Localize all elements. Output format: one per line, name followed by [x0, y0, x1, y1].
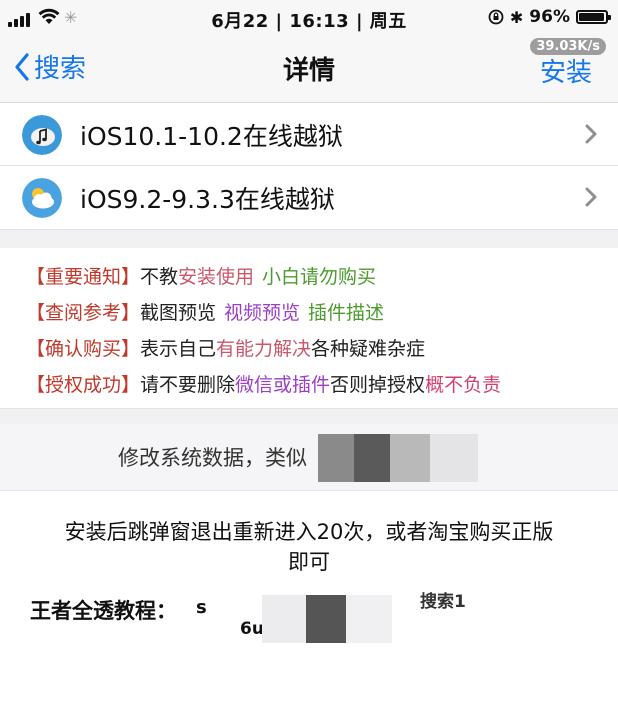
battery-fill [579, 13, 604, 21]
notice-line-3: 【确认购买】表示自己有能力解决各种疑难杂症 [26, 334, 425, 361]
list-item[interactable]: iOS10.1-10.2在线越狱 [0, 103, 618, 166]
notice-text: 有能力解决 [216, 338, 312, 360]
cloud-sun-icon [22, 178, 62, 218]
notice-text: 微信或插件 [235, 374, 331, 396]
guide-fragment: 搜索1 [420, 592, 466, 612]
notice-text: 安装使用 [178, 266, 255, 288]
notice-text: 小白请勿购买 [262, 266, 377, 288]
chevron-right-icon [585, 187, 597, 207]
notice-text: 表示自己 [140, 338, 217, 360]
description-text: 修改系统数据，类似 [118, 446, 307, 470]
guide-fragment: s [196, 597, 207, 618]
redaction-mosaic [318, 434, 478, 482]
jailbreak-list: iOS10.1-10.2在线越狱 iOS9.2-9.3.3在线越狱 [0, 103, 618, 228]
notice-text: 概不负责 [425, 374, 502, 396]
notice-text: 插件描述 [308, 302, 385, 324]
nav-bar: 搜索 详情 39.03K/s 安装 [0, 36, 618, 103]
notice-text: 各种疑难杂症 [311, 338, 426, 360]
content-area: 安装后跳弹窗退出重新进入20次，或者淘宝购买正版 即可 王者全透教程： s 搜索… [0, 491, 618, 713]
notice-line-1: 【重要通知】不教安装使用 小白请勿购买 [26, 262, 376, 289]
notice-tag: 【查阅参考】 [26, 302, 141, 324]
list-item-label: iOS10.1-10.2在线越狱 [80, 122, 343, 151]
battery-percent: 96% [529, 7, 570, 27]
chevron-right-icon [585, 124, 597, 144]
status-bar: ✳ 6月22 | 16:13 | 周五 ✱ 96% [0, 0, 618, 36]
orientation-lock-icon [488, 9, 504, 25]
notice-text: 视频预览 [224, 302, 301, 324]
notice-text: 否则掉授权 [330, 374, 426, 396]
install-button[interactable]: 安装 [540, 52, 592, 89]
notice-tag: 【重要通知】 [26, 266, 141, 288]
notice-text: 请不要删除 [140, 374, 236, 396]
status-right: ✱ 96% [488, 7, 611, 27]
notice-line-4: 【授权成功】请不要删除微信或插件否则掉授权概不负责 [26, 370, 501, 397]
description-bar: 修改系统数据，类似 [0, 424, 618, 491]
notice-text: 不教 [140, 266, 179, 288]
battery-icon [576, 10, 611, 24]
notice-tag: 【授权成功】 [26, 374, 141, 396]
notice-text: 截图预览 [140, 302, 217, 324]
content-paragraph-end: 即可 [288, 550, 330, 574]
content-paragraph: 安装后跳弹窗退出重新进入20次，或者淘宝购买正版 [64, 520, 554, 544]
list-item[interactable]: iOS9.2-9.3.3在线越狱 [0, 166, 618, 228]
notice-tag: 【确认购买】 [26, 338, 141, 360]
list-item-label: iOS9.2-9.3.3在线越狱 [80, 185, 335, 214]
music-note-icon [22, 115, 62, 155]
notice-line-2: 【查阅参考】截图预览 视频预览 插件描述 [26, 298, 384, 325]
section-separator [0, 229, 618, 249]
guide-fragment: 6u [240, 619, 264, 639]
section-separator [0, 408, 618, 425]
guide-label: 王者全透教程： [30, 599, 177, 623]
notice-block: 【重要通知】不教安装使用 小白请勿购买 【查阅参考】截图预览 视频预览 插件描述 【确… [0, 248, 618, 408]
bluetooth-icon: ✱ [509, 7, 524, 27]
page-title: 详情 [282, 56, 335, 86]
redaction-mosaic [262, 595, 392, 643]
